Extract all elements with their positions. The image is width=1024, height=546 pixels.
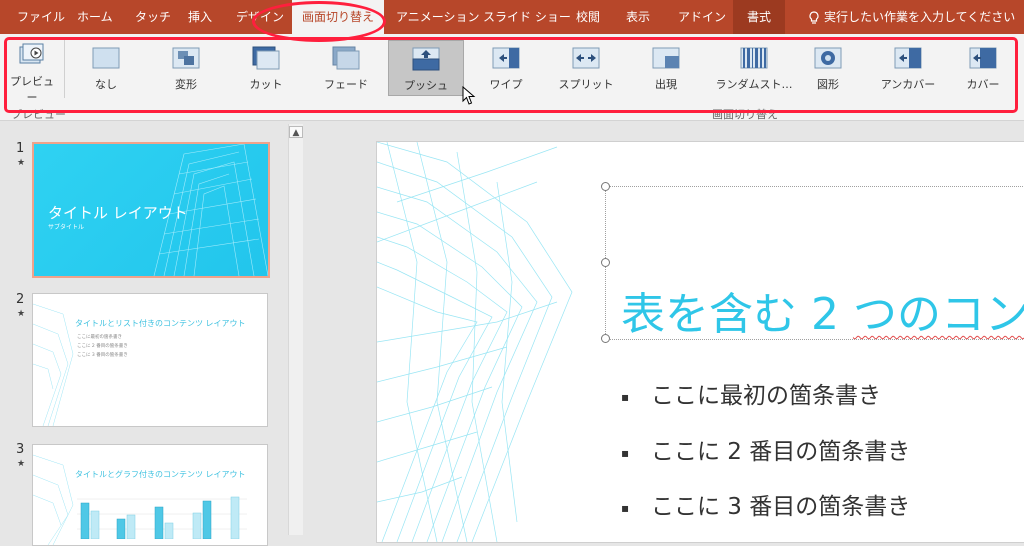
slide-number: 2 bbox=[16, 292, 25, 307]
transition-label: 図形 bbox=[817, 78, 839, 91]
transition-morph[interactable]: 変形 bbox=[148, 40, 224, 96]
cut-transition-icon bbox=[252, 46, 280, 70]
thumb-subtitle: サブタイトル bbox=[48, 224, 85, 231]
tell-me-box[interactable]: 実行したい作業を入力してください bbox=[808, 0, 1015, 34]
preview-button[interactable]: プレビュー bbox=[6, 40, 58, 104]
wireframe-graphic bbox=[33, 303, 74, 426]
mouse-cursor-icon bbox=[462, 86, 476, 105]
preview-icon bbox=[19, 43, 44, 64]
transition-label: フェード bbox=[324, 78, 368, 91]
split-transition-icon bbox=[572, 47, 600, 69]
tab-review[interactable]: 校閲 bbox=[576, 0, 600, 34]
thumb-title: タイトル レイアウト bbox=[48, 204, 188, 222]
building-wireframe-graphic bbox=[377, 142, 573, 542]
none-transition-icon bbox=[92, 47, 120, 69]
bullet-marker: ▪ bbox=[621, 445, 630, 460]
tell-me-text: 実行したい作業を入力してください bbox=[824, 10, 1016, 24]
transitions-group-label: 画面切り替え bbox=[712, 108, 778, 121]
tab-slideshow[interactable]: スライド ショー bbox=[483, 0, 571, 34]
transition-random-bars[interactable]: ランダムスト… bbox=[708, 40, 800, 96]
slide-thumbnail-3[interactable]: タイトルとグラフ付きのコンテンツ レイアウト bbox=[32, 444, 268, 546]
tab-view[interactable]: 表示 bbox=[626, 0, 650, 34]
preview-label: プレビュー bbox=[10, 75, 54, 104]
slide-number: 3 bbox=[16, 442, 25, 457]
transition-fade[interactable]: フェード bbox=[308, 40, 384, 96]
animation-star-icon: ★ bbox=[17, 309, 26, 319]
fade-transition-icon bbox=[332, 46, 360, 70]
bullet-text: ここに 3 番目の箇条書き bbox=[651, 494, 911, 520]
transition-shape[interactable]: 図形 bbox=[790, 40, 866, 96]
tab-format[interactable]: 書式 bbox=[733, 0, 786, 34]
thumbnail-scrollbar[interactable]: ▲ bbox=[288, 124, 303, 535]
preview-group-label: プレビュー bbox=[11, 108, 66, 121]
tab-file[interactable]: ファイル bbox=[17, 0, 65, 34]
transition-reveal[interactable]: 出現 bbox=[628, 40, 704, 96]
ribbon-tab-bar: ファイル ホーム タッチ 挿入 デザイン 画面切り替え アニメーション スライド… bbox=[0, 0, 1024, 35]
resize-handle[interactable] bbox=[601, 182, 610, 191]
chart-graphic bbox=[77, 496, 247, 539]
thumb-title: タイトルとグラフ付きのコンテンツ レイアウト bbox=[75, 470, 246, 479]
slide-number: 1 bbox=[16, 141, 25, 156]
tab-addins[interactable]: アドイン bbox=[678, 0, 726, 34]
transition-label: なし bbox=[95, 78, 117, 91]
slide-bullet[interactable]: ▪ ここに 3 番目の箇条書き bbox=[621, 487, 910, 521]
bullet-marker: ▪ bbox=[621, 500, 630, 515]
transition-label: カバー bbox=[966, 78, 1000, 91]
cover-transition-icon bbox=[969, 47, 997, 69]
transition-none[interactable]: なし bbox=[68, 40, 144, 96]
animation-star-icon: ★ bbox=[17, 459, 26, 469]
lightbulb-icon bbox=[809, 10, 819, 24]
slide-thumbnail-1[interactable]: タイトル レイアウト サブタイトル bbox=[32, 142, 270, 278]
slide-title[interactable]: 表を含む 2 つのコンテ bbox=[621, 278, 1024, 342]
resize-handle[interactable] bbox=[601, 334, 610, 343]
push-transition-icon bbox=[412, 47, 440, 71]
morph-transition-icon bbox=[172, 47, 200, 69]
resize-handle[interactable] bbox=[601, 258, 610, 267]
scroll-up-arrow-icon[interactable]: ▲ bbox=[289, 126, 303, 138]
transition-label: ワイプ bbox=[489, 78, 523, 91]
transition-uncover[interactable]: アンカバー bbox=[870, 40, 946, 96]
transition-label: 出現 bbox=[655, 78, 677, 91]
uncover-transition-icon bbox=[894, 47, 922, 69]
transition-wipe[interactable]: ワイプ bbox=[468, 40, 544, 96]
thumb-title: タイトルとリスト付きのコンテンツ レイアウト bbox=[75, 319, 246, 328]
group-divider bbox=[64, 40, 65, 98]
slide-title-part: 表を含む 2 bbox=[621, 289, 853, 340]
tab-design[interactable]: デザイン bbox=[236, 0, 284, 34]
reveal-transition-icon bbox=[652, 47, 680, 69]
transition-label: ランダムスト… bbox=[715, 78, 793, 91]
bullet-text: ここに 2 番目の箇条書き bbox=[651, 439, 911, 465]
transition-gallery: なし 変形 カット フェード プッシュ ワイプ スプリット 出現 ランダムスト… bbox=[68, 40, 1020, 98]
tab-animations[interactable]: アニメーション bbox=[396, 0, 480, 34]
tab-touch[interactable]: タッチ bbox=[135, 0, 171, 34]
transition-cut[interactable]: カット bbox=[228, 40, 304, 96]
transition-label: アンカバー bbox=[880, 78, 936, 91]
slide-canvas[interactable]: 表を含む 2 つのコンテ ▪ここに最初の箇条書き ▪ここに 2 番目の箇条書き … bbox=[376, 141, 1024, 543]
bullet-marker: ▪ bbox=[621, 389, 630, 404]
transition-split[interactable]: スプリット bbox=[548, 40, 624, 96]
thumb-bullet: ここに 3 番目の箇条書き bbox=[77, 353, 128, 358]
transition-push[interactable]: プッシュ bbox=[388, 40, 464, 96]
transition-label: スプリット bbox=[558, 78, 614, 91]
slide-bullet[interactable]: ▪ ここに最初の箇条書き bbox=[621, 376, 881, 410]
transition-label: プッシュ bbox=[404, 79, 448, 92]
wipe-transition-icon bbox=[492, 47, 520, 69]
tab-home[interactable]: ホーム bbox=[77, 0, 113, 34]
shape-transition-icon bbox=[814, 47, 842, 69]
thumb-bullet: ここに 2 番目の箇条書き bbox=[77, 344, 128, 349]
transition-label: 変形 bbox=[175, 78, 197, 91]
random-bars-transition-icon bbox=[740, 47, 768, 69]
transition-cover[interactable]: カバー bbox=[950, 40, 1016, 96]
slide-bullet[interactable]: ▪ ここに 2 番目の箇条書き bbox=[621, 432, 910, 466]
slide-thumbnail-2[interactable]: タイトルとリスト付きのコンテンツ レイアウト ここに最初の箇条書き ここに 2 … bbox=[32, 293, 268, 427]
tab-insert[interactable]: 挿入 bbox=[188, 0, 212, 34]
bullet-text: ここに最初の箇条書き bbox=[651, 383, 881, 409]
thumb-bullet: ここに最初の箇条書き bbox=[77, 335, 122, 340]
tab-transitions[interactable]: 画面切り替え bbox=[292, 0, 385, 35]
animation-star-icon: ★ bbox=[17, 158, 26, 168]
transition-label: カット bbox=[249, 78, 283, 91]
slide-title-part-misspelled: つのコンテ bbox=[852, 289, 1024, 340]
